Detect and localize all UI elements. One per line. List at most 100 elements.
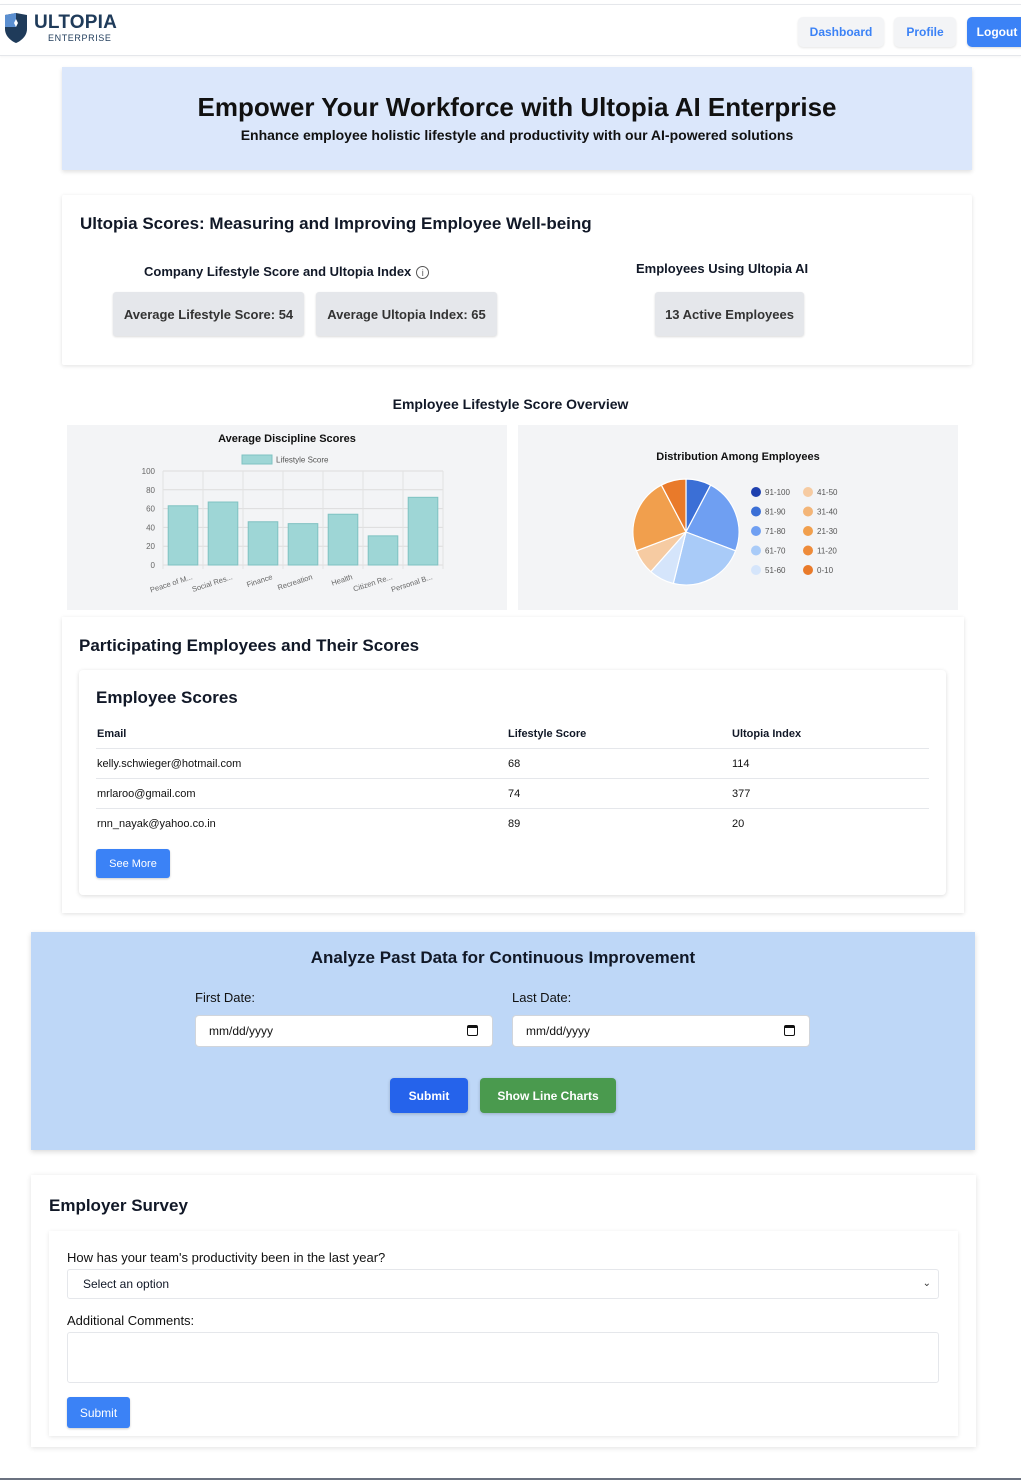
x-tick-label: Social Res...: [191, 572, 234, 594]
logo-subtitle: ENTERPRISE: [48, 33, 112, 43]
shield-logo-icon: [5, 13, 27, 43]
profile-button[interactable]: Profile: [894, 17, 956, 47]
hero-title: Empower Your Workforce with Ultopia AI E…: [197, 92, 837, 122]
legend-label: 41-50: [817, 488, 838, 497]
analyze-past-data-section: Analyze Past Data for Continuous Improve…: [31, 932, 975, 1150]
pie-chart-panel: Distribution Among Employees 91-100 81-90…: [518, 425, 958, 610]
legend-label: 31-40: [817, 508, 838, 517]
bar: [287, 523, 319, 566]
logout-button[interactable]: Logout: [967, 17, 1021, 47]
employee-scores-title: Employee Scores: [96, 688, 238, 707]
y-tick-label: 60: [146, 505, 155, 514]
employee-scores-card: Employee Scores Email Lifestyle Score Ul…: [79, 670, 946, 895]
last-date-input[interactable]: mm/dd/yyyy: [512, 1015, 810, 1047]
comments-label: Additional Comments:: [67, 1313, 195, 1328]
row-2-lifestyle-score: 74: [508, 788, 521, 800]
x-tick-label: Health: [330, 572, 353, 587]
last-date-placeholder: mm/dd/yyyy: [526, 1024, 591, 1038]
column-header-ultopia-index: Ultopia Index: [732, 728, 802, 740]
legend-label: 21-30: [817, 527, 838, 536]
bar-chart: Lifestyle Score 0 20 40 60 80 100 Peace of M...…: [142, 454, 444, 595]
legend-swatch: [751, 565, 761, 575]
analyze-title: Analyze Past Data for Continuous Improve…: [310, 948, 696, 967]
x-tick-label: Recreation: [276, 572, 313, 592]
info-icon[interactable]: i: [416, 266, 430, 280]
x-tick-label: Personal B...: [390, 572, 434, 594]
legend-label: 11-20: [817, 547, 837, 556]
legend-swatch: [751, 526, 761, 536]
active-employees-count: 13 Active Employees: [655, 292, 804, 336]
legend-swatch: [803, 526, 813, 536]
row-3-ultopia-index: 20: [732, 818, 745, 830]
y-tick-label: 80: [146, 486, 155, 495]
y-tick-label: 100: [142, 467, 156, 476]
productivity-select-value: Select an option: [83, 1277, 170, 1291]
logo-title: ULTOPIA: [34, 12, 118, 33]
row-divider: [96, 748, 929, 749]
productivity-question-label: How has your team's productivity been in…: [67, 1250, 386, 1265]
average-lifestyle-score: Average Lifestyle Score: 54: [113, 292, 304, 336]
analyze-submit-button[interactable]: Submit: [390, 1078, 468, 1113]
bar-chart-panel: Average Discipline Scores Lifestyle Scor…: [67, 425, 507, 610]
row-2-email: mrlaroo@gmail.com: [97, 788, 196, 800]
legend-swatch: [803, 545, 813, 556]
row-2-ultopia-index: 377: [732, 788, 751, 800]
participating-employees-card: Participating Employees and Their Scores…: [62, 617, 964, 913]
x-tick-label: Citizen Re...: [352, 572, 394, 593]
legend-label: 51-60: [765, 566, 786, 575]
participating-title: Participating Employees and Their Scores: [79, 636, 420, 655]
y-tick-label: 20: [146, 542, 155, 551]
legend-label: 91-100: [765, 488, 790, 497]
chevron-down-icon: ⌄: [922, 1278, 931, 1289]
row-3-lifestyle-score: 89: [508, 818, 521, 830]
first-date-label: First Date:: [195, 990, 255, 1005]
first-date-placeholder: mm/dd/yyyy: [209, 1024, 274, 1038]
show-line-charts-button[interactable]: Show Line Charts: [480, 1078, 616, 1113]
bar: [247, 521, 279, 566]
average-ultopia-index: Average Ultopia Index: 65: [316, 292, 497, 336]
bar: [167, 505, 199, 566]
scores-title: Ultopia Scores: Measuring and Improving …: [80, 214, 592, 233]
bar: [207, 501, 239, 566]
company-score-heading-text: Company Lifestyle Score and Ultopia Inde…: [144, 264, 412, 279]
row-1-lifestyle-score: 68: [508, 758, 521, 770]
column-header-lifestyle-score: Lifestyle Score: [508, 728, 587, 740]
comments-textarea[interactable]: [67, 1332, 939, 1383]
see-more-button[interactable]: See More: [96, 849, 170, 878]
legend-label: 61-70: [765, 547, 786, 556]
last-date-label: Last Date:: [512, 990, 572, 1005]
legend-swatch: [803, 565, 813, 575]
legend-label: Lifestyle Score: [276, 456, 329, 465]
pie-chart: 91-100 81-90 71-80 61-70 51-60 41-50 31-40 21-3…: [632, 478, 838, 586]
ultopia-scores-card: Ultopia Scores: Measuring and Improving …: [62, 195, 972, 365]
row-divider: [96, 808, 929, 809]
employees-using-heading: Employees Using Ultopia AI: [636, 261, 809, 276]
dashboard-button[interactable]: Dashboard: [798, 17, 884, 47]
first-date-input[interactable]: mm/dd/yyyy: [195, 1015, 493, 1047]
legend-label: 0-10: [817, 566, 834, 575]
x-tick-label: Finance: [245, 572, 273, 589]
y-tick-label: 40: [146, 523, 155, 532]
productivity-select[interactable]: Select an option ⌄: [67, 1269, 939, 1299]
row-divider: [96, 778, 929, 779]
y-tick-label: 0: [151, 561, 156, 570]
legend-swatch: [803, 506, 813, 517]
column-header-email: Email: [97, 728, 127, 740]
survey-form: How has your team's productivity been in…: [49, 1231, 958, 1436]
survey-title: Employer Survey: [49, 1196, 188, 1215]
legend-label: 71-80: [765, 527, 786, 536]
ultopia-logo[interactable]: ULTOPIA ENTERPRISE: [4, 13, 117, 43]
bar: [407, 496, 439, 566]
calendar-icon[interactable]: [784, 1025, 795, 1036]
calendar-icon[interactable]: [467, 1025, 478, 1036]
legend-swatch: [803, 487, 813, 497]
legend-label: 81-90: [765, 508, 786, 517]
company-score-heading: Company Lifestyle Score and Ultopia Inde…: [144, 264, 430, 280]
x-tick-label: Peace of M...: [149, 572, 194, 594]
hero-banner: Empower Your Workforce with Ultopia AI E…: [62, 67, 972, 170]
bar: [327, 513, 359, 566]
survey-submit-button[interactable]: Submit: [67, 1397, 130, 1428]
top-navbar: ULTOPIA ENTERPRISE Dashboard Profile Log…: [0, 4, 1021, 56]
hero-subtitle: Enhance employee holistic lifestyle and …: [240, 127, 794, 143]
legend-swatch: [751, 487, 761, 497]
